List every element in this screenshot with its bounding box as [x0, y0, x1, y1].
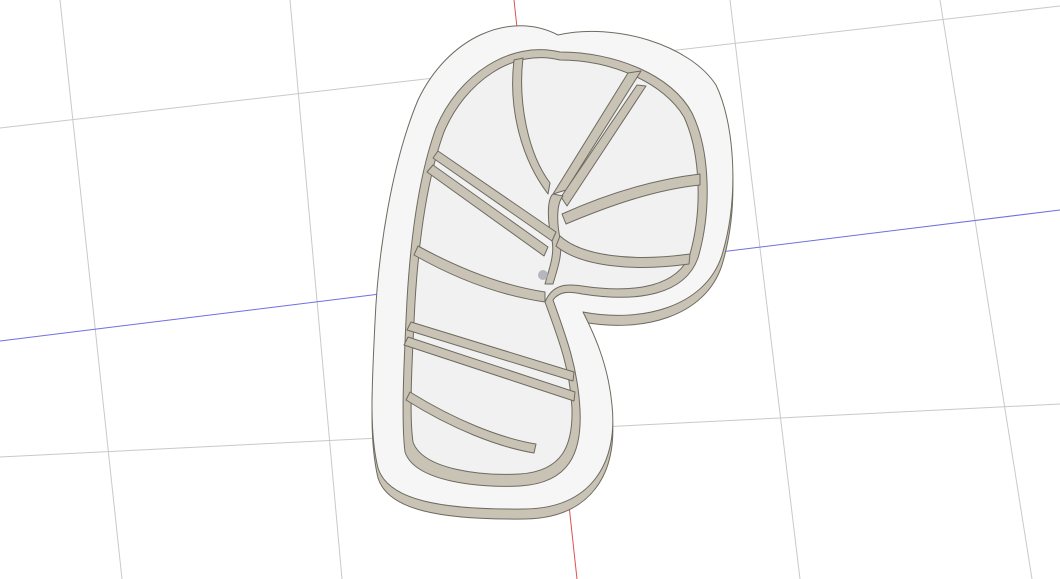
grid-line: [729, 0, 801, 579]
grid-line: [59, 0, 123, 579]
grid-line: [939, 0, 1033, 579]
origin-marker[interactable]: [538, 270, 548, 280]
3d-viewport[interactable]: [0, 0, 1060, 579]
grid-line: [289, 0, 343, 579]
cookie-cutter-model[interactable]: [371, 25, 734, 520]
viewport-scene[interactable]: [0, 0, 1060, 579]
